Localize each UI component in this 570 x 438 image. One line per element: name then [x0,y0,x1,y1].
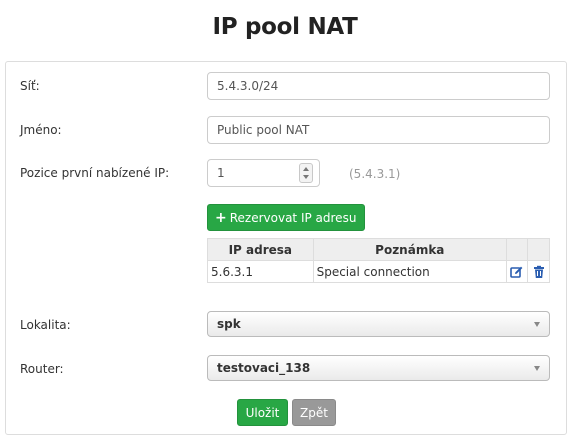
save-button[interactable]: Uložit [237,399,288,426]
trash-icon[interactable] [532,265,546,279]
table-row: 5.6.3.1 Special connection [207,260,550,283]
edit-cell [506,260,528,283]
name-input[interactable]: Public pool NAT [207,116,550,144]
location-label: Lokalita: [20,318,71,332]
ip-cell: 5.6.3.1 [207,260,314,283]
column-header-delete [527,238,550,261]
first-ip-label: Pozice první nabízené IP: [20,166,170,180]
location-value: spk [217,317,241,331]
first-ip-value: 1 [217,166,225,180]
first-ip-hint: (5.4.3.1) [349,167,401,181]
network-label: Síť: [20,79,40,93]
reserve-ip-label: Rezervovat IP adresu [229,210,357,225]
column-header-ip: IP adresa [207,238,314,261]
column-header-edit [506,238,528,261]
reserved-ip-table: IP adresa Poznámka 5.6.3.1 Special conne… [207,238,550,283]
stepper-up-icon[interactable] [303,167,309,171]
page-title: IP pool NAT [212,14,358,40]
network-input[interactable]: 5.4.3.0/24 [207,72,550,100]
plus-icon: + [215,209,227,226]
name-label: Jméno: [20,123,62,137]
note-cell: Special connection [312,260,508,283]
reserve-ip-button[interactable]: + Rezervovat IP adresu [207,204,366,231]
location-select[interactable]: spk [207,311,550,337]
delete-cell [527,260,550,283]
first-ip-input[interactable]: 1 [207,159,320,187]
column-header-note: Poznámka [312,238,508,261]
form-panel: Síť: 5.4.3.0/24 Jméno: Public pool NAT P… [5,61,567,435]
edit-icon[interactable] [510,265,524,279]
router-value: testovaci_138 [217,361,311,375]
chevron-down-icon [534,366,540,371]
router-select[interactable]: testovaci_138 [207,355,550,381]
stepper-down-icon[interactable] [303,175,309,179]
router-label: Router: [20,362,64,376]
chevron-down-icon [534,322,540,327]
number-stepper[interactable] [299,163,313,183]
back-button[interactable]: Zpět [292,399,336,426]
